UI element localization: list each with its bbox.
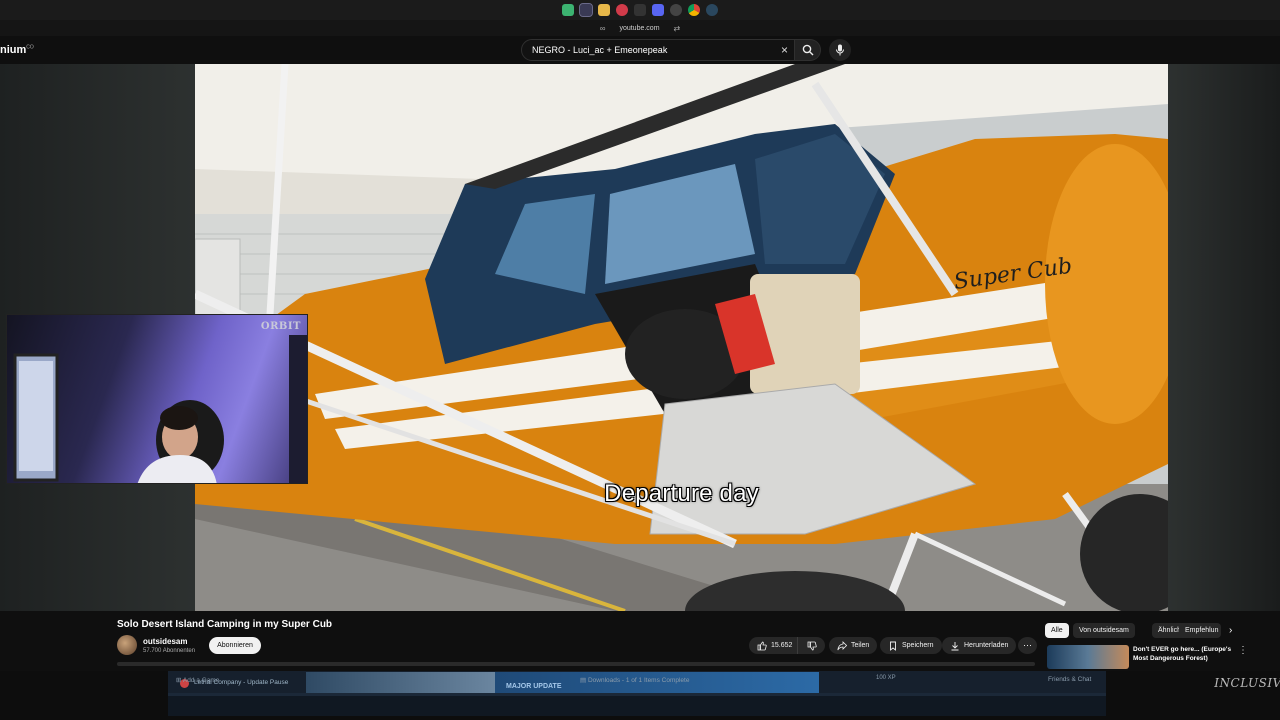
save-button[interactable]: Speichern [880, 637, 942, 654]
bookmark-icon [890, 641, 896, 651]
steam-xp: 100 XP [876, 675, 896, 681]
link-icon[interactable]: ∞ [600, 24, 606, 33]
steam-major-update-text: MAJOR UPDATE [506, 683, 562, 690]
logo-text: nium [0, 44, 27, 56]
chip-all[interactable]: Alle [1045, 623, 1069, 638]
steam-status-bar [168, 696, 1106, 716]
voice-search-button[interactable] [829, 39, 851, 61]
folder-icon[interactable] [598, 4, 610, 16]
youtube-header: niumCO NEGRO - Luci_ac + Emeonepeak × [0, 36, 1280, 64]
download-label: Herunterladen [964, 642, 1009, 649]
webcam-scene [13, 335, 307, 483]
more-actions-button[interactable]: ⋯ [1018, 637, 1037, 654]
search-icon [802, 44, 813, 56]
close-icon[interactable]: × [781, 43, 788, 57]
tune-icon[interactable]: ⇄ [674, 24, 681, 33]
webcam-logo: ORBIT [260, 321, 301, 332]
logo-sup: CO [26, 44, 34, 51]
video-subtitle: Departure day [604, 480, 759, 507]
video-info: Solo Desert Island Camping in my Super C… [0, 611, 1040, 671]
app-icon-dark[interactable] [634, 4, 646, 16]
app-icon-red[interactable] [616, 4, 628, 16]
share-button[interactable]: Teilen [829, 637, 878, 654]
app-icon-green[interactable] [562, 4, 574, 16]
share-icon [837, 640, 847, 650]
download-button[interactable]: Herunterladen [942, 637, 1017, 654]
video-player[interactable]: Super Cub Departure day [195, 64, 1168, 611]
os-taskbar [0, 0, 1280, 20]
stream-corner-logo: INCLUSIV [1214, 676, 1280, 690]
save-label: Speichern [902, 642, 934, 649]
chip-from-channel[interactable]: Von outsidesam [1073, 623, 1135, 638]
steam-library-bar: Lethal Company - Update Pause MAJOR UPDA… [168, 671, 1106, 716]
search-input[interactable]: NEGRO - Luci_ac + Emeonepeak × [521, 39, 795, 61]
description-preview-edge [117, 662, 1035, 666]
download-icon [951, 641, 959, 650]
like-button[interactable]: 15.652 [749, 637, 799, 654]
friends-chat-button[interactable]: Friends & Chat [1048, 676, 1091, 683]
search-query-text: NEGRO - Luci_ac + Emeonepeak [532, 45, 668, 55]
video-title: Solo Desert Island Camping in my Super C… [117, 619, 333, 630]
thumbs-down-icon [807, 641, 817, 650]
subscriber-count: 57.700 Abonnenten [143, 648, 196, 654]
steam-icon[interactable] [706, 4, 718, 16]
ambient-side-right [1168, 64, 1280, 611]
browser-url-bar[interactable]: ∞ youtube.com ⇄ [0, 20, 1280, 36]
friends-label: Friends & Chat [1048, 676, 1092, 683]
video-frame: Super Cub [195, 64, 1168, 611]
search-button[interactable] [795, 39, 821, 61]
chip-recommended[interactable]: Empfehlun [1179, 623, 1221, 638]
add-game-label: Add a Game [182, 677, 220, 684]
add-game-button[interactable]: ⊞ Add a Game [176, 676, 219, 684]
steam-update-thumbnail[interactable] [306, 672, 496, 693]
discord-icon[interactable] [652, 4, 664, 16]
app-icon-active[interactable] [579, 3, 593, 17]
related-panel: Alle Von outsidesam Ähnlich Empfehlun › … [1040, 611, 1280, 671]
downloads-label: Downloads - 1 of 1 Items Complete [587, 677, 690, 684]
downloads-status[interactable]: ▤ Downloads - 1 of 1 Items Complete [580, 676, 689, 684]
more-vertical-icon[interactable]: ⋮ [1238, 645, 1248, 656]
clock-icon[interactable] [670, 4, 682, 16]
like-count: 15.652 [771, 642, 793, 649]
webcam-overlay: ORBIT [6, 314, 308, 484]
thumbs-up-icon [757, 641, 767, 650]
share-label: Teilen [851, 642, 870, 649]
chevron-right-icon[interactable]: › [1229, 625, 1232, 636]
youtube-logo[interactable]: niumCO [0, 44, 34, 56]
channel-avatar[interactable] [117, 635, 137, 655]
dislike-button[interactable] [797, 637, 825, 654]
chrome-icon[interactable] [688, 4, 700, 16]
more-horizontal-icon: ⋯ [1023, 640, 1032, 650]
recommended-thumbnail[interactable] [1047, 645, 1129, 669]
url-text[interactable]: youtube.com [619, 25, 659, 32]
recommended-title[interactable]: Don't EVER go here... (Europe's Most Dan… [1133, 645, 1243, 663]
channel-name[interactable]: outsidesam [143, 637, 187, 646]
microphone-icon [836, 44, 844, 56]
subscribe-button[interactable]: Abonnieren [209, 637, 261, 654]
